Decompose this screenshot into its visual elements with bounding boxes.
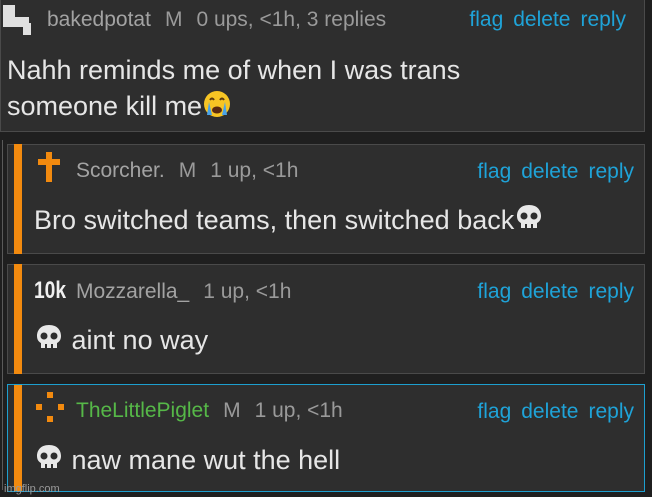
comment-stats: 0 ups, <1h, 3 replies bbox=[196, 8, 387, 31]
crying-face-emoji-icon bbox=[202, 89, 232, 119]
reply-indent-bar bbox=[14, 264, 22, 374]
comment-actions: flag delete reply bbox=[467, 397, 634, 427]
reply-link[interactable]: reply bbox=[588, 280, 634, 303]
reply-link[interactable]: reply bbox=[580, 8, 626, 31]
comment-actions: flag delete reply bbox=[459, 5, 626, 35]
comment-text: aint no way bbox=[34, 322, 208, 358]
skull-emoji-icon bbox=[34, 443, 64, 473]
flag-link[interactable]: flag bbox=[469, 8, 503, 31]
reply-link[interactable]: reply bbox=[588, 400, 634, 423]
comment-meta: Mozzarella_ 1 up, <1h bbox=[76, 277, 305, 307]
comment-text: Nahh reminds me of when I was trans some… bbox=[7, 52, 460, 124]
reply-indent-bar bbox=[14, 385, 22, 491]
delete-link[interactable]: delete bbox=[521, 280, 578, 303]
10k-badge: 10k bbox=[34, 277, 67, 304]
username[interactable]: Mozzarella_ bbox=[76, 280, 189, 303]
reply-link[interactable]: reply bbox=[588, 160, 634, 183]
username[interactable]: Scorcher. bbox=[76, 159, 165, 182]
comment-meta: bakedpotat M 0 ups, <1h, 3 replies bbox=[47, 5, 400, 35]
delete-link[interactable]: delete bbox=[521, 400, 578, 423]
user-badge-icon bbox=[3, 5, 39, 35]
comment-text: naw mane wut the hell bbox=[34, 442, 340, 478]
comment-1: bakedpotat M 0 ups, <1h, 3 replies flag del… bbox=[0, 0, 645, 132]
skull-emoji-icon bbox=[514, 203, 544, 233]
dotted-cross-badge-icon bbox=[36, 392, 64, 424]
comment-text-line-1: Nahh reminds me of when I was trans bbox=[7, 55, 461, 85]
reply-indent-bar bbox=[14, 144, 22, 254]
thread-line bbox=[2, 140, 3, 490]
comment-actions: flag delete reply bbox=[467, 277, 634, 307]
gender-tag: M bbox=[164, 8, 183, 31]
delete-link[interactable]: delete bbox=[513, 8, 570, 31]
gender-tag: M bbox=[223, 399, 241, 422]
flag-link[interactable]: flag bbox=[477, 280, 511, 303]
username[interactable]: bakedpotat bbox=[47, 8, 151, 31]
watermark: imgflip.com bbox=[4, 483, 60, 495]
username[interactable]: TheLittlePiglet bbox=[76, 399, 209, 422]
comment-meta: TheLittlePiglet M 1 up, <1h bbox=[76, 396, 357, 426]
gender-tag: M bbox=[178, 159, 197, 182]
flag-link[interactable]: flag bbox=[477, 160, 511, 183]
comment-text-line-2: someone kill me bbox=[7, 88, 460, 124]
comment-stats: 1 up, <1h bbox=[254, 399, 343, 422]
comment-stats: 1 up, <1h bbox=[210, 159, 299, 182]
comment-actions: flag delete reply bbox=[467, 157, 634, 187]
skull-emoji-icon bbox=[34, 323, 64, 353]
flag-link[interactable]: flag bbox=[477, 400, 511, 423]
comment-meta: Scorcher. M 1 up, <1h bbox=[76, 156, 312, 186]
comment-stats: 1 up, <1h bbox=[203, 280, 292, 303]
cross-badge-icon bbox=[38, 152, 60, 182]
comment-text: Bro switched teams, then switched back bbox=[34, 202, 544, 238]
delete-link[interactable]: delete bbox=[521, 160, 578, 183]
